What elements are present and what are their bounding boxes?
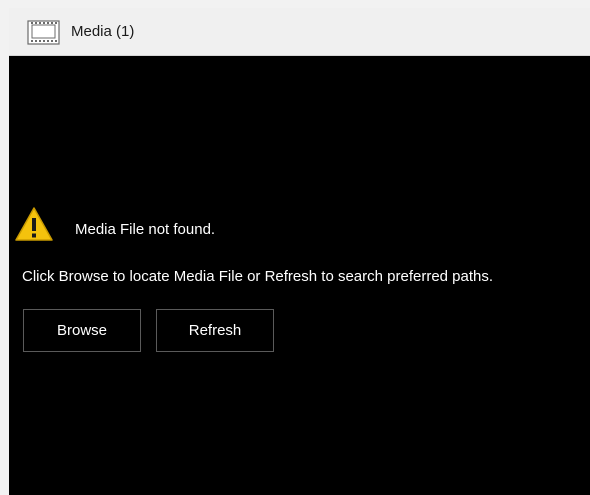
media-panel: Media (1) Media File not found. Click Br… xyxy=(9,8,590,495)
panel-title-bar[interactable]: Media (1) xyxy=(9,8,590,56)
panel-title: Media (1) xyxy=(71,23,135,40)
warning-icon xyxy=(14,206,54,242)
instructions-text: Click Browse to locate Media File or Ref… xyxy=(22,268,494,285)
browse-button[interactable]: Browse xyxy=(23,309,141,352)
refresh-button[interactable]: Refresh xyxy=(156,309,274,352)
error-message: Media File not found. xyxy=(75,221,216,238)
film-icon xyxy=(27,20,60,45)
media-content-area: Media File not found. Click Browse to lo… xyxy=(9,56,590,495)
